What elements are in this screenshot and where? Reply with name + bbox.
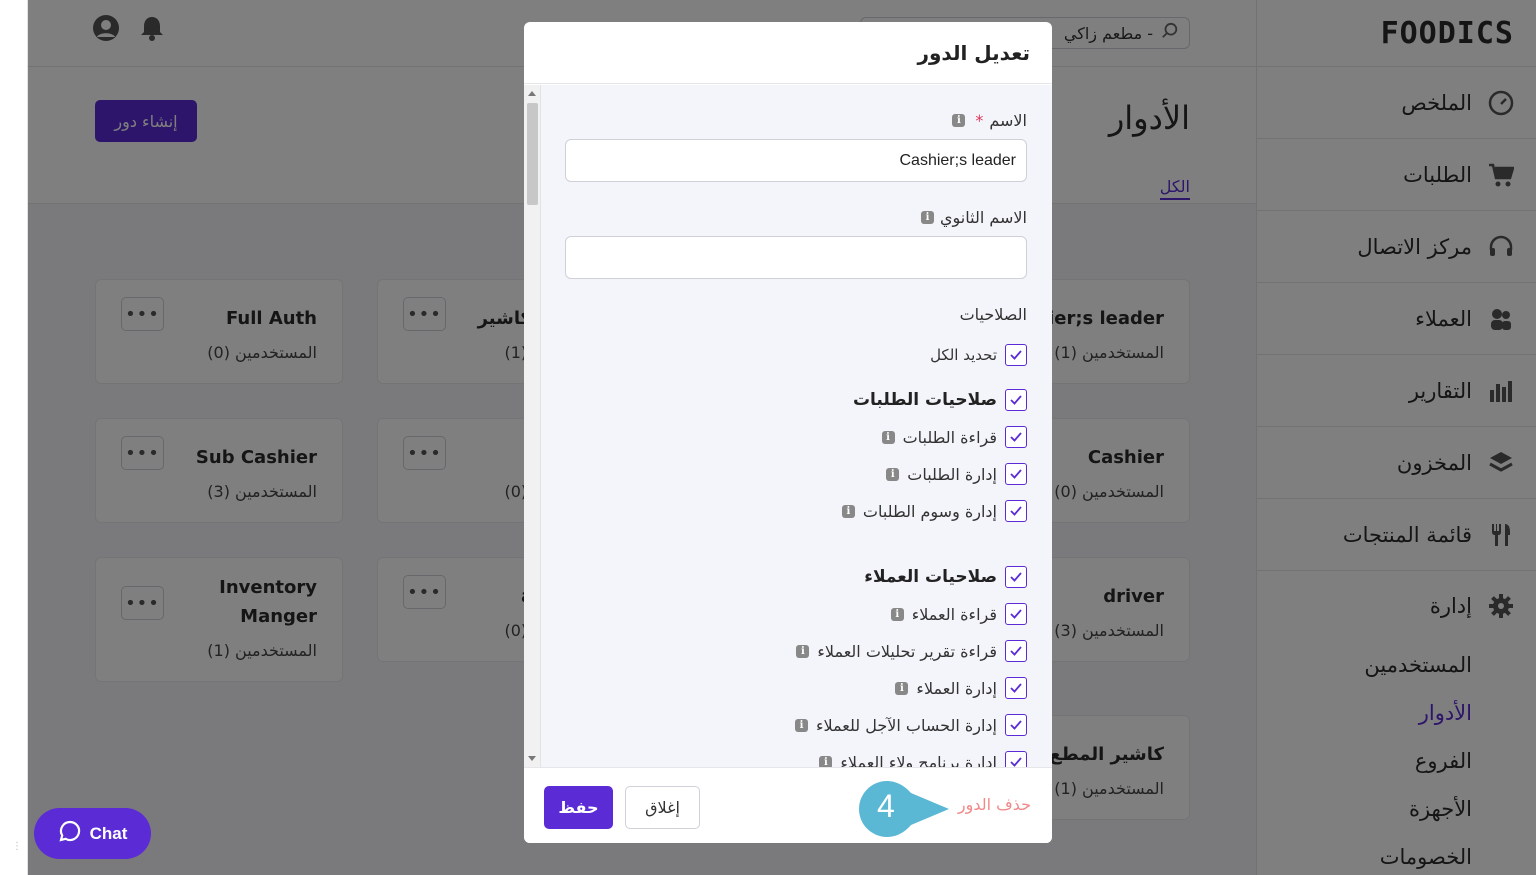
- chat-button[interactable]: Chat: [34, 808, 151, 859]
- modal-title: تعديل الدور: [917, 40, 1030, 65]
- modal-scrollbar[interactable]: [524, 85, 541, 767]
- delete-role-link[interactable]: حذف الدور: [958, 795, 1031, 814]
- check-icon[interactable]: [1005, 389, 1027, 411]
- info-icon[interactable]: i: [796, 644, 810, 658]
- close-button[interactable]: إغلاق: [625, 786, 700, 829]
- check-icon[interactable]: [1005, 640, 1027, 662]
- edit-role-modal: تعديل الدور i * الاسم i الاسم الثانوي ال…: [524, 22, 1052, 843]
- permission-row[interactable]: i قراءة تقرير تحليلات العملاء: [796, 640, 1027, 662]
- check-icon[interactable]: [1005, 751, 1027, 767]
- modal-header: تعديل الدور: [524, 22, 1052, 84]
- gutter-mark: ⋮: [12, 841, 22, 852]
- tutorial-step-callout: 4: [853, 779, 953, 839]
- info-icon[interactable]: i: [881, 430, 895, 444]
- permission-row[interactable]: i قراءة الطلبات: [881, 426, 1027, 448]
- info-icon[interactable]: i: [952, 114, 966, 127]
- info-icon[interactable]: i: [895, 681, 909, 695]
- orders-permissions-group[interactable]: صلاحيات الطلبات: [853, 389, 1027, 411]
- tutorial-step-number: 4: [877, 788, 895, 824]
- permission-row[interactable]: i إدارة الطلبات: [886, 463, 1027, 485]
- scroll-down-arrow[interactable]: [528, 756, 536, 761]
- check-icon[interactable]: [1005, 566, 1027, 588]
- modal-footer: حفظ إغلاق حذف الدور: [524, 767, 1052, 843]
- check-icon[interactable]: [1005, 426, 1027, 448]
- check-icon[interactable]: [1005, 677, 1027, 699]
- info-icon[interactable]: i: [890, 607, 904, 621]
- check-icon[interactable]: [1005, 344, 1027, 366]
- modal-body[interactable]: i * الاسم i الاسم الثانوي الصلاحيات تحدي…: [524, 85, 1052, 767]
- secondary-name-input[interactable]: [565, 236, 1027, 279]
- info-icon[interactable]: i: [841, 504, 855, 518]
- check-icon[interactable]: [1005, 500, 1027, 522]
- permission-row[interactable]: i إدارة وسوم الطلبات: [841, 500, 1027, 522]
- secondary-name-label: i الاسم الثانوي: [921, 208, 1027, 227]
- info-icon[interactable]: i: [886, 467, 900, 481]
- name-input[interactable]: [565, 139, 1027, 182]
- save-button[interactable]: حفظ: [544, 786, 613, 829]
- permission-row[interactable]: i إدارة العملاء: [895, 677, 1027, 699]
- scroll-thumb[interactable]: [527, 103, 538, 205]
- permission-row[interactable]: i إدارة الحساب الآجل للعملاء: [794, 714, 1027, 736]
- chat-bubble-icon: [58, 819, 82, 848]
- info-icon[interactable]: i: [819, 755, 833, 767]
- check-icon[interactable]: [1005, 603, 1027, 625]
- check-icon[interactable]: [1005, 714, 1027, 736]
- scroll-up-arrow[interactable]: [528, 91, 536, 96]
- permissions-label: الصلاحيات: [959, 305, 1027, 324]
- select-all-checkbox-row[interactable]: تحديد الكل: [930, 344, 1027, 366]
- info-icon[interactable]: i: [794, 718, 808, 732]
- required-mark: *: [975, 111, 984, 130]
- info-icon[interactable]: i: [921, 211, 935, 224]
- check-icon[interactable]: [1005, 463, 1027, 485]
- permission-row[interactable]: i إدارة برنامج ولاء العملاء: [819, 751, 1027, 767]
- customers-permissions-group[interactable]: صلاحيات العملاء: [864, 566, 1027, 588]
- browser-gutter: ⋮: [0, 0, 28, 875]
- name-label: i * الاسم: [952, 111, 1027, 130]
- permission-row[interactable]: i قراءة العملاء: [890, 603, 1027, 625]
